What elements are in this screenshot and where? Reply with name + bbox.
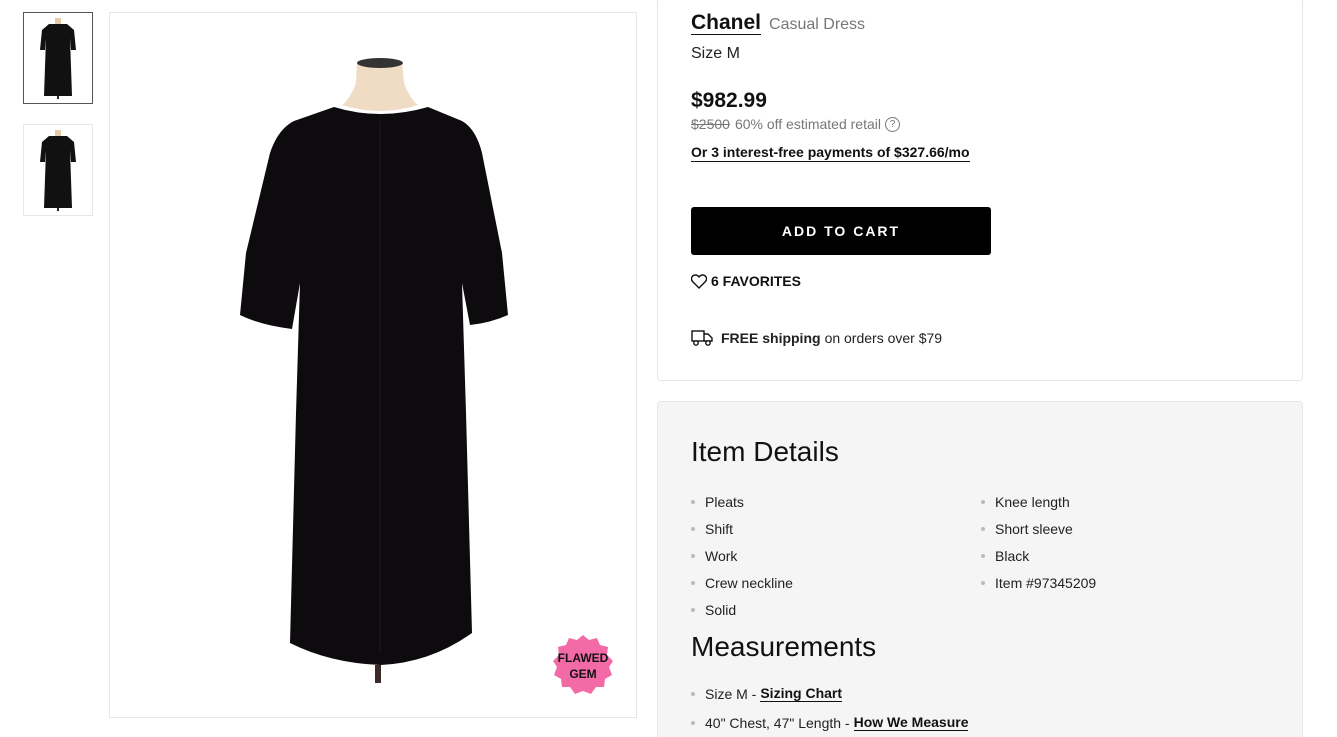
product-category: Casual Dress [769,16,866,33]
thumbnail-list [23,12,93,236]
item-details-title: Item Details [691,436,839,467]
how-we-measure-link[interactable]: How We Measure [853,714,969,731]
bullet-icon [691,720,695,725]
retail-line: $2500 60% off estimated retail ? [691,116,900,132]
dress-thumbnail-image [40,130,76,211]
detail-item: Short sleeve [981,515,1096,542]
details-left-list: Pleats Shift Work Crew neckline Solid [691,488,793,623]
discount-text: 60% off estimated retail [734,116,881,132]
detail-item: Shift [691,515,793,542]
brand-link[interactable]: Chanel [691,12,762,35]
product-size: Size M [691,45,740,62]
detail-item: Item #97345209 [981,569,1096,596]
bullet-icon [691,607,695,612]
item-details-card: Item Details Pleats Shift Work Crew neck… [657,401,1303,737]
bullet-icon [981,526,985,531]
badge-line1: FLAWED [558,651,609,665]
product-info-card: Chanel Casual Dress Size M $982.99 $2500… [657,0,1303,381]
dress-thumbnail-image [40,18,76,99]
dress-image [240,58,508,683]
detail-item: Black [981,542,1096,569]
bullet-icon [691,580,695,585]
thumbnail-back[interactable] [23,124,93,216]
product-price: $982.99 [691,89,767,112]
brand-line: Chanel Casual Dress [691,12,865,35]
bullet-icon [691,691,695,696]
badge-line2: GEM [569,667,596,681]
shipping-text: on orders over $79 [824,330,943,346]
bullet-icon [981,499,985,504]
detail-item: Work [691,542,793,569]
detail-item: Pleats [691,488,793,515]
measurements-title: Measurements [691,631,877,662]
bullet-icon [691,499,695,504]
retail-price: $2500 [691,116,730,132]
bullet-icon [691,526,695,531]
details-right-list: Knee length Short sleeve Black Item #973… [981,488,1096,596]
add-to-cart-button[interactable]: ADD TO CART [691,207,991,255]
main-product-image[interactable]: FLAWED GEM [109,12,637,718]
sizing-chart-link[interactable]: Sizing Chart [760,685,843,702]
shipping-info: FREE shipping on orders over $79 [691,329,942,347]
heart-icon [691,273,707,289]
thumbnail-front[interactable] [23,12,93,104]
detail-item: Crew neckline [691,569,793,596]
bullet-icon [691,553,695,558]
favorites-button[interactable]: 6 FAVORITES [691,273,801,289]
measurement-item: Size M - Sizing Chart [691,679,968,708]
installments-link[interactable]: Or 3 interest-free payments of $327.66/m… [691,144,970,162]
truck-icon [691,330,713,346]
shipping-bold: FREE shipping [721,330,821,346]
bullet-icon [981,580,985,585]
measurement-item: 40" Chest, 47" Length - How We Measure [691,708,969,737]
detail-item: Knee length [981,488,1096,515]
favorites-count: 6 FAVORITES [711,273,801,289]
help-icon[interactable]: ? [884,116,900,132]
detail-item: Solid [691,596,793,623]
bullet-icon [981,553,985,558]
flawed-gem-badge: FLAWED GEM [553,635,613,694]
measurements-list: Size M - Sizing Chart 40" Chest, 47" Len… [691,679,969,737]
